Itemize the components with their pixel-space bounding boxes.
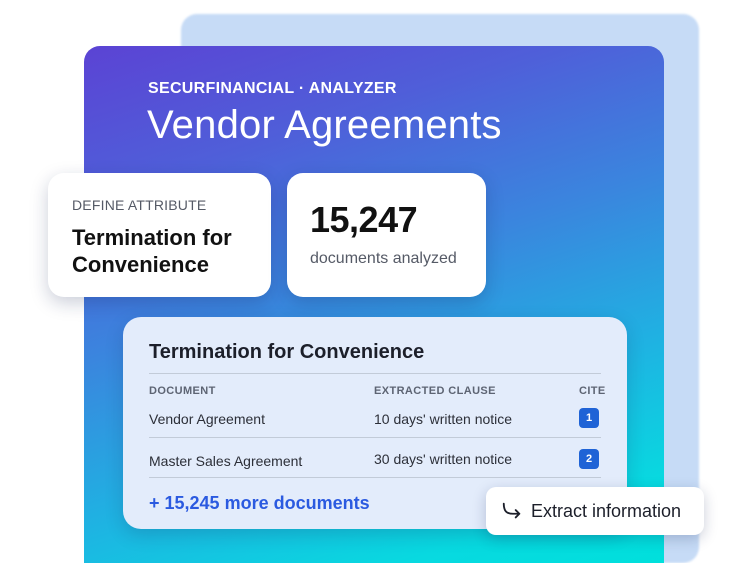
documents-count-label: documents analyzed bbox=[310, 250, 457, 267]
documents-count-card: 15,247 documents analyzed bbox=[287, 173, 486, 297]
curved-arrow-right-icon bbox=[502, 502, 521, 519]
define-attribute-card[interactable]: DEFINE ATTRIBUTE Termination for Conveni… bbox=[48, 173, 271, 297]
column-header-document: DOCUMENT bbox=[149, 385, 216, 397]
more-documents-link[interactable]: + 15,245 more documents bbox=[149, 493, 370, 514]
column-header-extracted-clause: EXTRACTED CLAUSE bbox=[374, 385, 496, 397]
results-title: Termination for Convenience bbox=[149, 341, 425, 363]
column-header-cite: CITE bbox=[579, 385, 606, 397]
attribute-value: Termination for Convenience bbox=[72, 225, 232, 277]
cite-badge[interactable]: 1 bbox=[579, 408, 599, 428]
product-eyebrow: SECURFINANCIAL · ANALYZER bbox=[148, 80, 397, 97]
page-title: Vendor Agreements bbox=[147, 103, 502, 147]
extract-information-label: Extract information bbox=[531, 501, 682, 521]
define-attribute-label: DEFINE ATTRIBUTE bbox=[72, 197, 207, 213]
table-divider bbox=[149, 373, 601, 374]
table-divider bbox=[149, 477, 601, 478]
row-extracted-clause: 30 days' written notice bbox=[374, 451, 513, 467]
table-divider bbox=[149, 437, 601, 438]
row-extracted-clause: 10 days' written notice bbox=[374, 411, 513, 427]
extract-information-button[interactable]: Extract information bbox=[486, 487, 704, 535]
stage: SECURFINANCIAL · ANALYZER Vendor Agreeme… bbox=[0, 0, 750, 563]
row-document: Vendor Agreement bbox=[149, 411, 265, 427]
cite-badge[interactable]: 2 bbox=[579, 449, 599, 469]
row-document: Master Sales Agreement bbox=[149, 453, 303, 469]
documents-count: 15,247 bbox=[310, 199, 418, 240]
